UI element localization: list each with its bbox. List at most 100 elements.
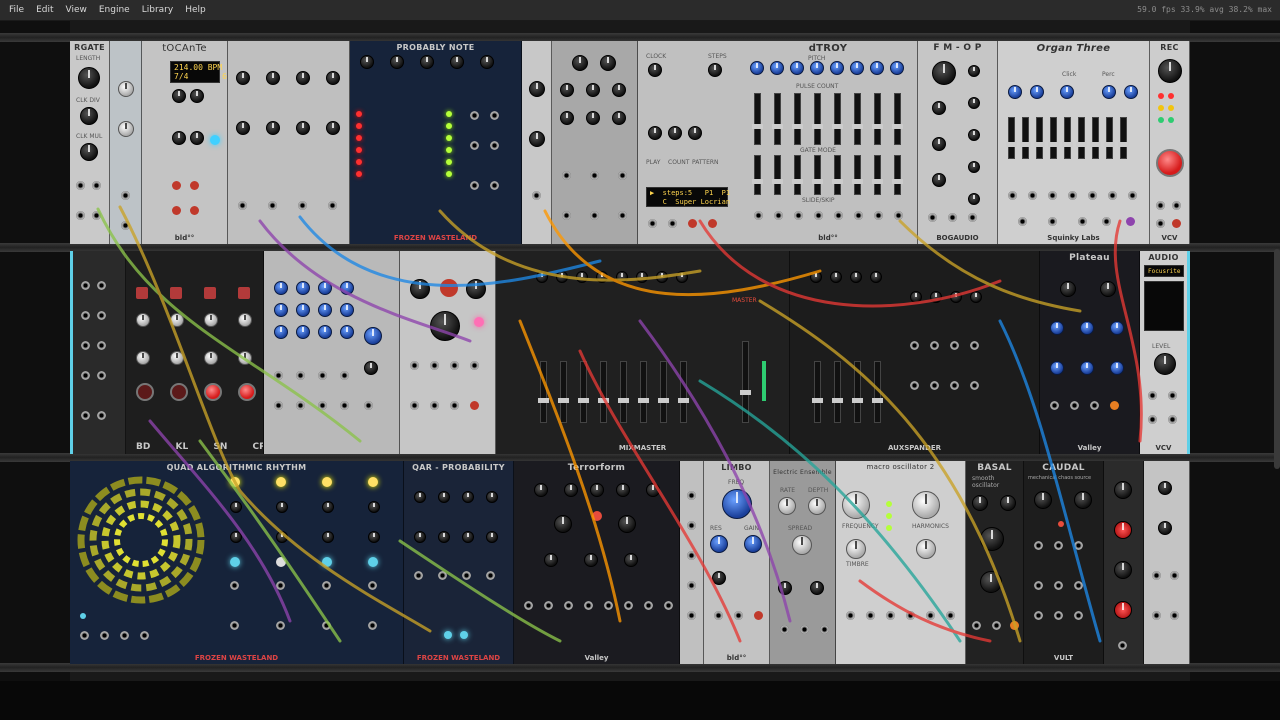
jack[interactable] <box>564 601 573 610</box>
clk-div-knob[interactable] <box>80 107 98 125</box>
module-matrix-mixer[interactable] <box>264 251 400 454</box>
menu-edit[interactable]: Edit <box>30 0 59 20</box>
decay-knob[interactable] <box>1110 321 1124 335</box>
jack[interactable] <box>648 219 657 228</box>
jack[interactable] <box>470 361 479 370</box>
knob[interactable] <box>326 71 340 85</box>
module-probably-note[interactable]: PROBABLY NOTE FROZEN WASTELAND <box>350 41 522 244</box>
res-knob[interactable] <box>710 535 728 553</box>
matrix-knob[interactable] <box>318 303 332 317</box>
trigger-button[interactable] <box>136 383 154 401</box>
module-organ-three[interactable]: Organ Three Click Perc Squinky Labs <box>998 41 1150 244</box>
module-attenuverter[interactable] <box>1104 461 1144 664</box>
jack[interactable] <box>1054 581 1063 590</box>
jack[interactable] <box>584 601 593 610</box>
wet-knob[interactable] <box>1100 281 1116 297</box>
module-lfo[interactable] <box>400 251 496 454</box>
bank-knob[interactable] <box>554 515 572 533</box>
ratio-knob[interactable] <box>932 61 956 85</box>
jack[interactable] <box>340 401 349 410</box>
pitch-knob[interactable] <box>890 61 904 75</box>
jack[interactable] <box>972 621 981 630</box>
jack[interactable] <box>906 611 915 620</box>
gate-mode-slider[interactable] <box>832 155 843 195</box>
jack[interactable] <box>968 213 977 222</box>
matrix-knob[interactable] <box>274 325 288 339</box>
channel-fader[interactable] <box>598 361 609 423</box>
jack[interactable] <box>81 341 90 350</box>
aux-knob[interactable] <box>830 271 842 283</box>
output-jack[interactable] <box>1126 217 1135 226</box>
jack[interactable] <box>708 219 717 228</box>
knob[interactable] <box>534 483 548 497</box>
jack[interactable] <box>268 201 277 210</box>
knob[interactable] <box>296 71 310 85</box>
sustain-knob[interactable] <box>968 161 980 173</box>
knob[interactable] <box>410 279 430 299</box>
jack[interactable] <box>81 281 90 290</box>
probability-knob[interactable] <box>462 531 474 543</box>
jack[interactable] <box>1074 581 1083 590</box>
module-utility-right[interactable] <box>1144 461 1190 664</box>
menu-file[interactable]: File <box>0 0 30 20</box>
jack[interactable] <box>1170 571 1179 580</box>
jack[interactable] <box>1010 621 1019 630</box>
knob[interactable] <box>420 55 434 69</box>
jack[interactable] <box>950 341 959 350</box>
beats-knob[interactable] <box>368 531 380 543</box>
length-knob[interactable] <box>78 67 100 89</box>
morph-knob[interactable] <box>916 539 936 559</box>
jack[interactable] <box>1050 401 1059 410</box>
pitch-knob[interactable] <box>770 61 784 75</box>
jack[interactable] <box>1074 541 1083 550</box>
jack[interactable] <box>1110 401 1119 410</box>
master-knob[interactable] <box>364 327 382 345</box>
matrix-knob[interactable] <box>318 281 332 295</box>
depth-knob[interactable] <box>808 497 826 515</box>
offset-knob[interactable] <box>1114 521 1132 539</box>
drawbar[interactable] <box>1118 117 1129 159</box>
jack[interactable] <box>97 311 106 320</box>
aux-knob[interactable] <box>950 291 962 303</box>
jack[interactable] <box>1028 191 1037 200</box>
knob[interactable] <box>136 313 150 327</box>
gate-mode-slider[interactable] <box>772 155 783 195</box>
module-oscillator-bank[interactable] <box>552 41 638 244</box>
knob[interactable] <box>778 581 792 595</box>
jack[interactable] <box>1034 581 1043 590</box>
module-drum-voices[interactable]: BD KL SN CP <box>126 251 264 454</box>
jack[interactable] <box>1068 191 1077 200</box>
octave-knob[interactable] <box>564 483 578 497</box>
knob[interactable] <box>296 121 310 135</box>
coarse-knob[interactable] <box>590 483 604 497</box>
drawbar[interactable] <box>1048 117 1059 159</box>
attack-knob[interactable] <box>968 97 980 109</box>
module-utility-blue[interactable] <box>110 41 142 244</box>
voct-input-jack[interactable] <box>1078 217 1087 226</box>
jack[interactable] <box>1172 219 1181 228</box>
knob[interactable] <box>480 55 494 69</box>
jack[interactable] <box>754 211 763 220</box>
knob[interactable] <box>204 313 218 327</box>
pitch-knob[interactable] <box>810 61 824 75</box>
mod-knob[interactable] <box>980 571 1002 593</box>
dry-knob[interactable] <box>1060 281 1076 297</box>
jack[interactable] <box>81 371 90 380</box>
drawbar[interactable] <box>1090 117 1101 159</box>
jack[interactable] <box>714 611 723 620</box>
pulse-slider[interactable] <box>752 93 763 145</box>
aux-knob[interactable] <box>850 271 862 283</box>
jack[interactable] <box>274 371 283 380</box>
jack[interactable] <box>470 181 479 190</box>
module-rgate[interactable]: RGATE LENGTH CLK DIV CLK MUL <box>70 41 110 244</box>
fine-knob[interactable] <box>1000 495 1016 511</box>
pitch-knob[interactable] <box>850 61 864 75</box>
jack[interactable] <box>664 601 673 610</box>
a-input-jack[interactable] <box>1018 217 1027 226</box>
damp-knob[interactable] <box>1050 361 1064 375</box>
aux-knob[interactable] <box>930 291 942 303</box>
jack[interactable] <box>1128 191 1137 200</box>
beats-knob[interactable] <box>322 531 334 543</box>
menu-help[interactable]: Help <box>179 0 212 20</box>
channel-fader[interactable] <box>578 361 589 423</box>
